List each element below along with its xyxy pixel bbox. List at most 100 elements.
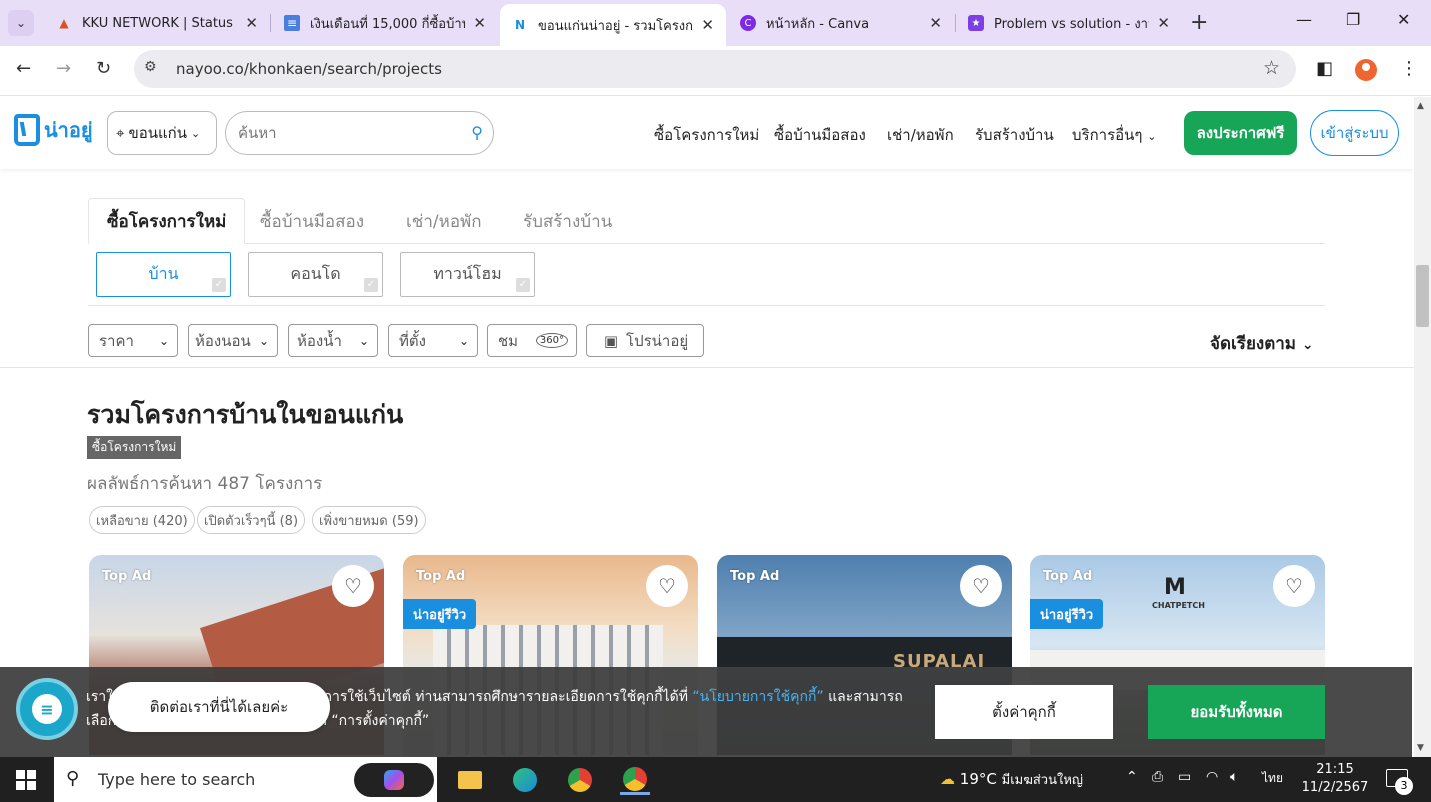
sort-label: จัดเรียงตาม	[1210, 334, 1296, 354]
close-tab-icon[interactable]: ✕	[245, 14, 258, 32]
location-filter[interactable]: ที่ตั้ง ⌄	[388, 324, 478, 357]
browser-tab[interactable]: ≡ เงินเดือนที่ 15,000 กี่ซื้อบ้านไ ✕	[272, 6, 498, 40]
new-tab-button[interactable]: +	[1190, 10, 1208, 35]
chevron-down-icon: ⌄	[1147, 130, 1157, 143]
url-text[interactable]: nayoo.co/khonkaen/search/projects	[176, 60, 442, 78]
weather-widget[interactable]: ☁ 19°C มีเมฆส่วนใหญ่	[940, 769, 1083, 790]
heart-icon[interactable]: ♡	[1273, 565, 1315, 607]
cookie-settings-button[interactable]: ตั้งค่าคุกกี้	[935, 685, 1113, 739]
chip-sold-out[interactable]: เพิ่งขายหมด (59)	[312, 506, 426, 534]
location-select[interactable]: ⌖ ขอนแก่น ⌄	[107, 111, 217, 155]
close-tab-icon[interactable]: ✕	[473, 14, 486, 32]
nayoo-logo[interactable]: น่าอยู่	[14, 114, 93, 146]
sort-dropdown[interactable]: จัดเรียงตาม ⌄	[1210, 330, 1314, 357]
restore-icon[interactable]: ❐	[1346, 10, 1360, 29]
page-scrollbar[interactable]	[1414, 97, 1431, 757]
chevron-down-icon: ⌄	[358, 333, 369, 348]
chrome-profile-icon[interactable]	[620, 765, 650, 795]
promo-button[interactable]: ▣ โปรน่าอยู่	[586, 324, 704, 357]
heart-icon[interactable]: ♡	[960, 565, 1002, 607]
heart-icon[interactable]: ♡	[646, 565, 688, 607]
type-house-button[interactable]: บ้าน ✓	[96, 252, 231, 297]
scroll-down-icon[interactable]: ▼	[1417, 743, 1424, 753]
scrollbar-thumb[interactable]	[1416, 265, 1429, 327]
browser-tab-active[interactable]: N ขอนแก่นน่าอยู่ - รวมโครงการ ✕	[500, 4, 726, 46]
partly-cloudy-icon: ☁	[940, 770, 955, 788]
search-icon[interactable]: ⚲	[471, 123, 483, 142]
nayoo-logo-icon	[14, 114, 40, 146]
meet-now-icon[interactable]: ⎙	[1152, 769, 1163, 785]
heart-icon[interactable]: ♡	[332, 565, 374, 607]
address-bar[interactable]: ⚙ nayoo.co/khonkaen/search/projects ☆	[134, 50, 1296, 88]
input-language[interactable]: ไทย	[1262, 769, 1283, 788]
nav-other-services[interactable]: บริการอื่นๆ ⌄	[1072, 123, 1156, 147]
chip-coming-soon[interactable]: เปิดตัวเร็วๆนี้ (8)	[197, 506, 306, 534]
search-box[interactable]: ⚲	[225, 111, 494, 155]
tab-rent[interactable]: เช่า/หอพัก	[406, 198, 482, 244]
price-filter[interactable]: ราคา ⌄	[88, 324, 178, 357]
canva-icon: C	[740, 15, 756, 31]
close-tab-icon[interactable]: ✕	[1157, 14, 1170, 32]
tab-title: หน้าหลัก - Canva	[766, 16, 870, 32]
close-tab-icon[interactable]: ✕	[701, 16, 714, 34]
edge-icon[interactable]	[510, 765, 540, 795]
scroll-up-icon[interactable]: ▲	[1417, 101, 1424, 111]
site-info-icon[interactable]: ⚙	[144, 59, 157, 75]
tab-search-button[interactable]: ⌄	[8, 10, 34, 36]
windows-start-icon[interactable]	[16, 770, 36, 790]
file-explorer-icon[interactable]	[455, 765, 485, 795]
forward-icon[interactable]: →	[56, 58, 71, 79]
post-free-button[interactable]: ลงประกาศฟรี	[1184, 111, 1297, 155]
type-townhome-button[interactable]: ทาวน์โฮม ✓	[400, 252, 535, 297]
bookmark-star-icon[interactable]: ☆	[1263, 57, 1280, 79]
chrome-icon[interactable]	[565, 765, 595, 795]
chat-button[interactable]: ≡	[16, 678, 78, 740]
tab-buy-used[interactable]: ซื้อบ้านมือสอง	[260, 198, 364, 244]
login-button[interactable]: เข้าสู่ระบบ	[1310, 110, 1399, 156]
nayoo-review-badge: น่าอยู่รีวิว	[1030, 599, 1104, 629]
filter-label: โปรน่าอยู่	[626, 331, 689, 350]
nav-buy-used[interactable]: ซื้อบ้านมือสอง	[774, 123, 866, 147]
browser-tab[interactable]: ★ Problem vs solution - งาน ✕	[956, 6, 1182, 40]
view-360-toggle[interactable]: ชม 360°	[487, 324, 577, 357]
flame-icon: ▲	[59, 16, 69, 30]
chatpetch-logo-icon: M	[1164, 575, 1186, 600]
profile-avatar[interactable]	[1355, 59, 1377, 81]
gift-icon: ▣	[603, 331, 619, 350]
browser-tab[interactable]: ▲ KKU NETWORK | Status ✕	[44, 6, 270, 40]
browser-tab[interactable]: C หน้าหลัก - Canva ✕	[728, 6, 954, 40]
chevron-down-icon: ⌄	[258, 333, 269, 348]
wifi-icon[interactable]: ◠	[1206, 769, 1218, 785]
nav-build[interactable]: รับสร้างบ้าน	[975, 123, 1054, 147]
close-window-icon[interactable]: ✕	[1397, 10, 1410, 29]
speaker-muted-icon[interactable]: 🔈︎	[1230, 769, 1238, 785]
close-tab-icon[interactable]: ✕	[929, 14, 942, 32]
back-icon[interactable]: ←	[16, 58, 31, 79]
tab-buy-new[interactable]: ซื้อโครงการใหม่	[88, 198, 246, 244]
reload-icon[interactable]: ↻	[96, 58, 111, 79]
chevron-down-icon: ⌄	[458, 333, 469, 348]
show-hidden-icons-icon[interactable]: ⌃	[1126, 769, 1138, 785]
type-condo-button[interactable]: คอนโด ✓	[248, 252, 383, 297]
tab-build[interactable]: รับสร้างบ้าน	[523, 198, 612, 244]
system-clock[interactable]: 21:15 11/2/2567	[1300, 761, 1370, 797]
project-brand: CHATPETCH	[1152, 601, 1205, 610]
minimize-icon[interactable]: —	[1296, 10, 1312, 29]
search-input[interactable]	[238, 122, 458, 144]
type-label: คอนโด	[290, 264, 341, 283]
copilot-icon[interactable]	[354, 763, 434, 797]
result-count: ผลลัพธ์การค้นหา 487 โครงการ	[87, 474, 323, 494]
bedrooms-filter[interactable]: ห้องนอน ⌄	[188, 324, 278, 357]
chat-tooltip[interactable]: ติดต่อเราที่นี่ได้เลยค่ะ	[108, 682, 330, 732]
battery-icon[interactable]: ▭	[1178, 769, 1191, 785]
side-panel-icon[interactable]: ◧	[1316, 58, 1333, 79]
nav-buy-new[interactable]: ซื้อโครงการใหม่	[654, 123, 759, 147]
bathrooms-filter[interactable]: ห้องน้ำ ⌄	[288, 324, 378, 357]
taskbar-search[interactable]: ⚲ Type here to search	[54, 757, 437, 802]
accept-all-button[interactable]: ยอมรับทั้งหมด	[1148, 685, 1325, 739]
top-ad-label: Top Ad	[730, 569, 780, 584]
cookie-policy-link[interactable]: “นโยบายการใช้คุกกี้”	[692, 689, 823, 705]
chrome-menu-icon[interactable]: ⋮	[1400, 58, 1418, 79]
chip-available[interactable]: เหลือขาย (420)	[89, 506, 195, 534]
nav-rent[interactable]: เช่า/หอพัก	[887, 123, 954, 147]
